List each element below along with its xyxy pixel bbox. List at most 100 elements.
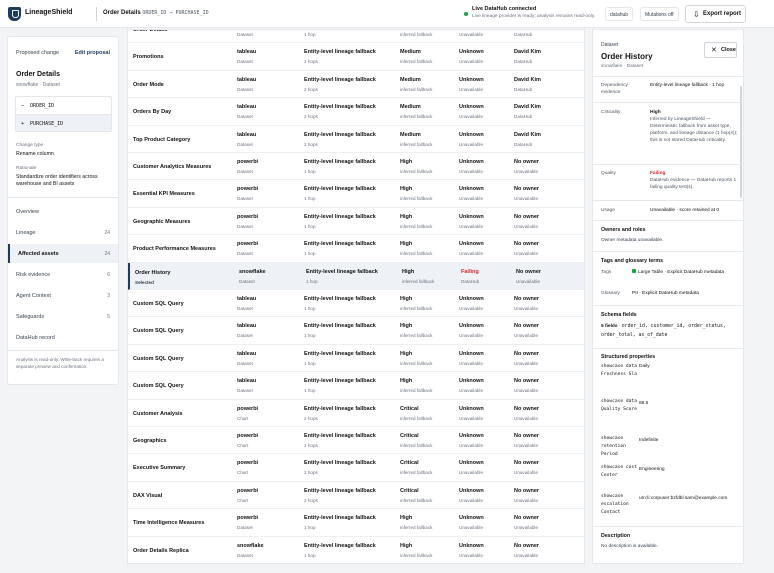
asset-platform: powerbi [237,515,259,522]
asset-kind: Dataset [237,223,253,229]
asset-platform: tableau [237,323,257,330]
criticality: Medium [400,49,421,56]
asset-detail-panel: Dataset Order History snowflake · Datase… [592,29,744,564]
table-row[interactable]: Product Performance Measures powerbi Datas… [128,235,584,263]
table-row[interactable]: Promotions tableau Dataset Entity-level lin… [128,43,584,71]
lineage-evidence: Entity-level lineage fallback [304,186,376,193]
source-badge: datahub [605,7,634,21]
divider [593,220,743,221]
owner-source: Unavailable [514,443,539,448]
table-row[interactable]: Time Intelligence Measures powerbi Dataset… [128,509,584,537]
owner: No owner [514,378,540,385]
table-row[interactable]: Geographics powerbi Chart Entity-level line… [128,427,584,455]
lineage-hops: 1 hop [304,306,316,311]
quality-status: Unknown [459,460,484,467]
lineage-hops: 1 hop [304,388,316,394]
lineage-hops: 2 hops [304,114,318,120]
table-row[interactable]: Geographic Measures powerbi Dataset Entity-… [128,208,584,236]
criticality: High [400,241,413,248]
owner: No owner [514,487,540,494]
table-row[interactable]: Top Product Category tableau Dataset Entity… [128,126,584,153]
quality-source: Unavailable [459,552,484,558]
table-row[interactable]: DAX Visual powerbi Chart Entity-level linea… [128,482,584,510]
owner-source: DataHub [514,86,533,92]
asset-platform: powerbi [237,213,259,220]
asset-name: DAX Visual [133,492,163,499]
divider [593,164,743,165]
lineage-evidence: Entity-level lineage fallback [304,241,376,248]
asset-name: Geographics [133,438,167,444]
quality-status: Unknown [459,515,484,522]
nav-agent-context[interactable]: Agent Context 3 [8,286,118,305]
lineage-evidence: Entity-level lineage fallback [304,104,376,111]
quality-status: Unknown [459,350,484,357]
top-bar: LineageShield Order Details ORDER_ID → P… [0,0,774,28]
asset-name: Time Intelligence Measures [133,520,205,527]
table-row[interactable]: Order Details Replica snowflake Dataset Ent… [128,537,584,563]
asset-platform: snowflake [237,542,264,549]
lineage-evidence: Entity-level lineage fallback [304,542,376,549]
prop-value: 88.5 [639,401,649,406]
app-name: LineageShield [25,9,73,16]
criticality-source: inferred fallback [400,360,433,366]
table-row[interactable]: Custom SQL Query tableau Dataset Entity-lev… [128,372,584,400]
lineage-hops: 2 hops [304,415,318,421]
table-row[interactable]: Custom SQL Query tableau Dataset Entity-lev… [128,345,584,373]
asset-kind: Dataset [237,141,253,147]
asset-kind: Dataset [237,86,253,92]
edit-proposal-link[interactable]: Edit proposal [75,50,110,56]
owner: No owner [514,159,540,165]
asset-name: Custom SQL Query [133,383,184,390]
lineage-evidence: Entity-level lineage fallback [304,433,376,439]
rationale-label: Rationale [16,166,37,171]
prop-value: Daily [639,364,650,369]
quality-source: Unavailable [459,169,484,174]
lineage-hops: 2 hops [304,86,318,92]
table-row[interactable]: Custom SQL Query tableau Dataset Entity-lev… [128,317,584,345]
owner: No owner [514,515,540,522]
quality-source: Unavailable [459,443,484,448]
asset-platform: powerbi [237,405,259,412]
nav-risk-evidence[interactable]: Risk evidence 6 [8,265,118,284]
nav-datahub-record[interactable]: DataHub record [8,328,118,347]
criticality-value: High Inferred by LineageShield — Determi… [650,109,738,144]
lineage-hops: 1 hop [304,196,316,202]
table-row[interactable]: Order Mode tableau Dataset Entity-level lin… [128,71,584,99]
detail-kind: Dataset [601,42,619,48]
asset-platform: powerbi [237,433,259,439]
criticality: High [400,296,413,302]
lineage-hops: 1 hop [306,278,318,284]
owner-source: DataHub [514,114,533,120]
table-row[interactable]: Order History Selected snowflake Dataset Ent… [128,262,584,290]
export-report-button[interactable]: ⇩ Export report [685,5,746,23]
table-row[interactable]: Customer Analytics Measures powerbi Datase… [128,153,584,181]
criticality: Critical [400,460,419,467]
selected-label: Selected [135,279,154,285]
tags-label: Tags [601,270,612,275]
close-button[interactable]: ✕ Close [704,42,737,58]
lineage-hops: 2 hops [304,59,318,65]
nav-lineage[interactable]: Lineage 24 [8,223,118,242]
criticality: High [400,323,413,330]
quality-source: Unavailable [459,196,484,202]
nav-affected-assets[interactable]: Affected assets 24 [8,244,118,263]
lineage-hops: 1 hop [304,525,316,531]
owner-source: Unavailable [514,388,539,394]
table-row[interactable]: Essential KPI Measures powerbi Dataset Enti… [128,180,584,208]
asset-name: Essential KPI Measures [133,191,195,198]
quality-source: Unavailable [459,525,484,531]
divider [593,102,743,103]
lineage-hops: 2 hops [304,470,318,476]
lineage-hops: 1 hop [304,251,316,257]
table-row[interactable]: Customer Analysis powerbi Chart Entity-leve… [128,400,584,427]
column-change: − ORDER_ID + PURCHASE_ID [15,96,112,132]
breadcrumb-page[interactable]: Order Details [103,10,141,16]
table-row[interactable]: Executive Summary powerbi Chart Entity-leve… [128,454,584,482]
table-row[interactable]: Orders By Day tableau Dataset Entity-level … [128,98,584,126]
nav-safeguards[interactable]: Safeguards 5 [8,307,118,326]
nav-overview[interactable]: Overview [8,202,118,221]
table-row[interactable]: Order DetailstableauDataset1 hopinferred… [128,30,584,44]
asset-platform: tableau [237,76,257,83]
asset-platform: snowflake [239,268,266,275]
table-row[interactable]: Custom SQL Query tableau Dataset Entity-lev… [128,290,584,318]
